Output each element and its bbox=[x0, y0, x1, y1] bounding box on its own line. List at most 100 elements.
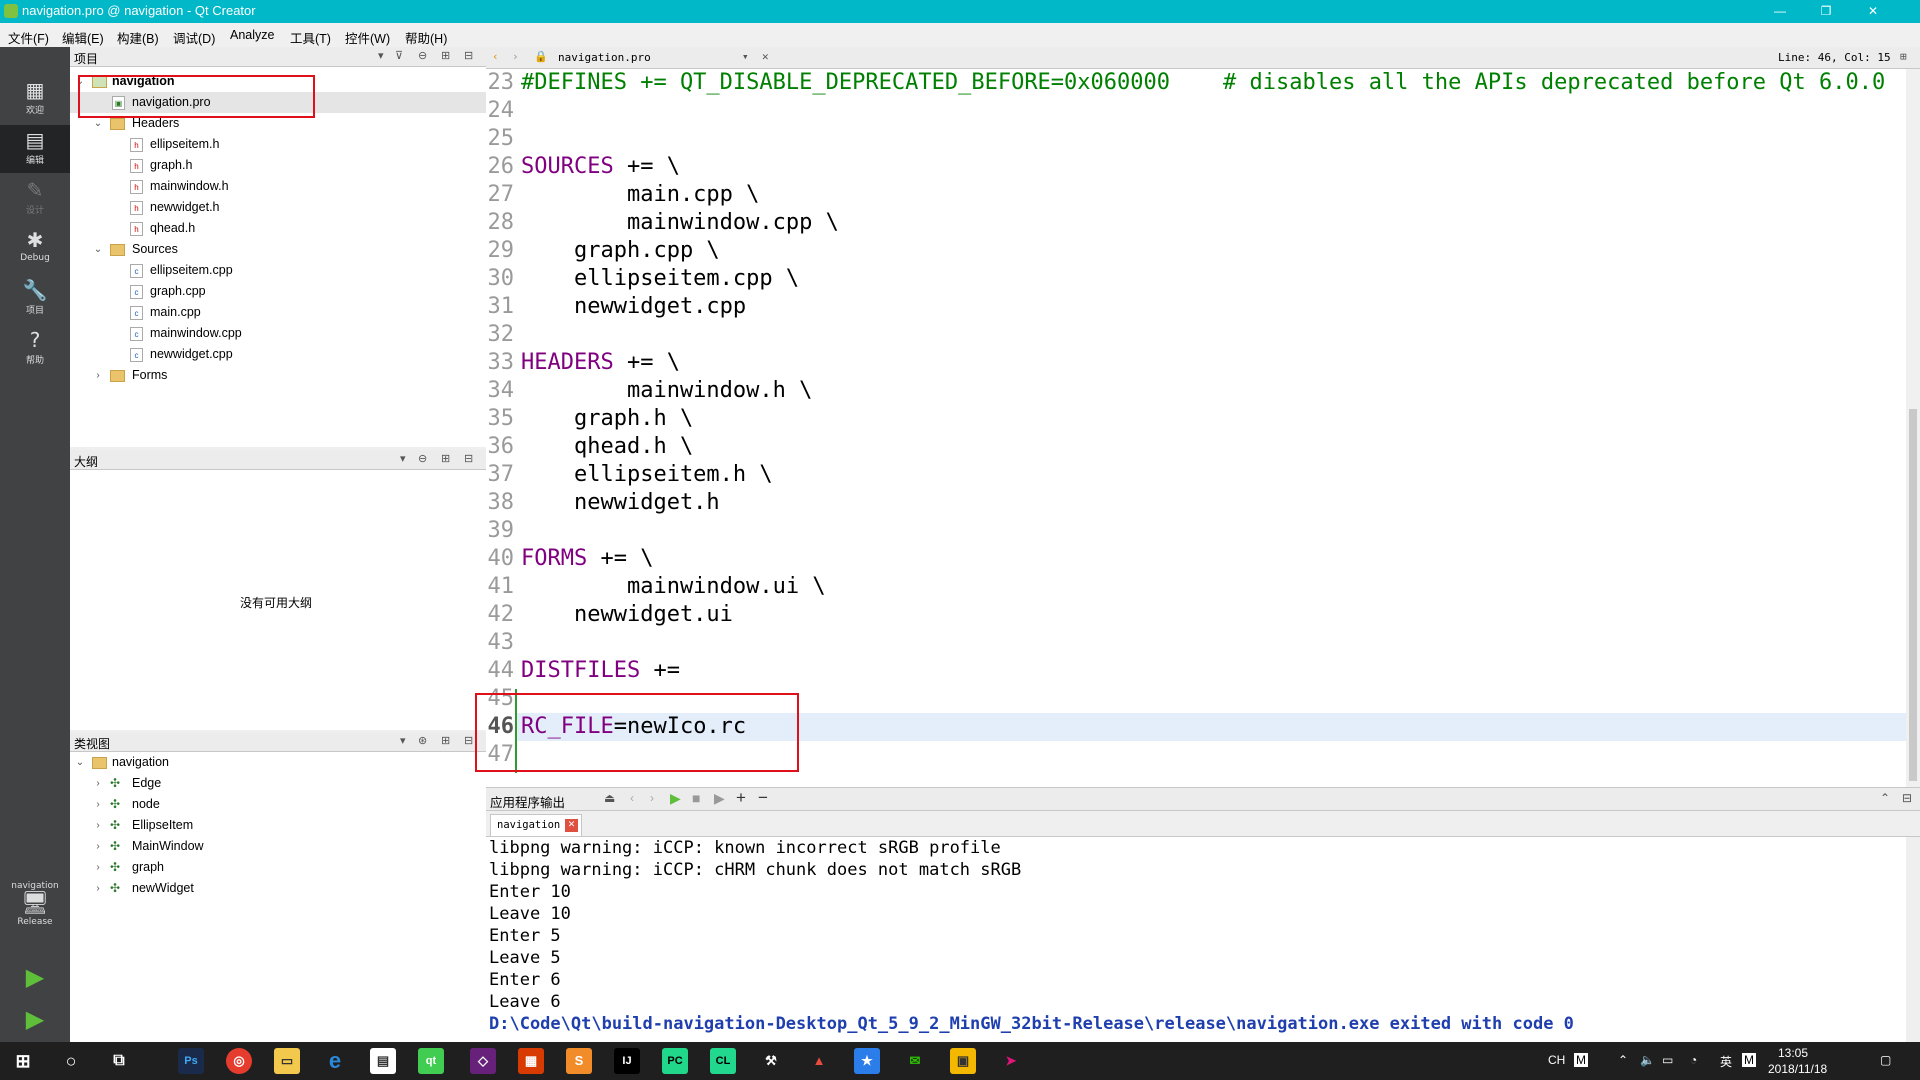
edge-icon[interactable]: e bbox=[322, 1048, 348, 1074]
file-explorer-icon[interactable]: ▭ bbox=[274, 1048, 300, 1074]
menu-build[interactable]: 构建(B) bbox=[117, 28, 159, 47]
clock-date[interactable]: 2018/11/18 bbox=[1768, 1062, 1827, 1076]
class-filter-icon[interactable]: ⊛ bbox=[418, 734, 427, 747]
kit-selector[interactable]: navigation 🖥 Release bbox=[0, 875, 70, 945]
mode-edit[interactable]: ▤ 编辑 bbox=[0, 125, 70, 173]
add-icon[interactable]: + bbox=[736, 788, 746, 808]
notepad-icon[interactable]: ▤ bbox=[370, 1048, 396, 1074]
pycharm-icon[interactable]: PC bbox=[662, 1048, 688, 1074]
qt-creator-taskbar-icon[interactable]: qt bbox=[418, 1048, 444, 1074]
office-icon[interactable]: ▦ bbox=[518, 1048, 544, 1074]
split-icon[interactable]: ⊞ bbox=[441, 49, 450, 62]
debug-attach-icon[interactable]: ▶ bbox=[714, 790, 725, 807]
sublime-icon[interactable]: S bbox=[566, 1048, 592, 1074]
close-output-icon[interactable]: ⊟ bbox=[1902, 791, 1912, 805]
mode-projects[interactable]: 🔧 项目 bbox=[0, 275, 70, 323]
forward-icon[interactable]: › bbox=[512, 50, 519, 63]
mode-debug[interactable]: ✱ Debug bbox=[0, 225, 70, 273]
menu-edit[interactable]: 编辑(E) bbox=[62, 28, 104, 47]
clock-time[interactable]: 13:05 bbox=[1778, 1046, 1808, 1060]
close-button[interactable]: ✕ bbox=[1850, 0, 1896, 23]
minimize-button[interactable]: — bbox=[1757, 0, 1803, 23]
code-editor[interactable]: 23 24 25 26 27 28 29 30 31 32 33 34 35 36 37 38 39 40 41 42… bbox=[486, 69, 1906, 787]
next-icon[interactable]: › bbox=[650, 791, 654, 805]
tree-file[interactable]: h ellipseitem.h bbox=[70, 134, 486, 155]
split-editor-icon[interactable]: ⊞ bbox=[1900, 50, 1907, 63]
note-app-icon[interactable]: ▣ bbox=[950, 1048, 976, 1074]
stop-icon[interactable]: ■ bbox=[692, 790, 700, 806]
tree-file[interactable]: h newwidget.h bbox=[70, 197, 486, 218]
class-item[interactable]: › ✣ EllipseItem bbox=[70, 815, 486, 836]
task-view-icon[interactable]: ⧉ bbox=[106, 1048, 132, 1074]
intellij-icon[interactable]: IJ bbox=[614, 1048, 640, 1074]
tree-file[interactable]: c newwidget.cpp bbox=[70, 344, 486, 365]
menu-debug[interactable]: 调试(D) bbox=[173, 28, 215, 47]
link-icon[interactable]: ⊖ bbox=[418, 452, 427, 465]
menu-help[interactable]: 帮助(H) bbox=[405, 28, 447, 47]
photoshop-icon[interactable]: Ps bbox=[178, 1048, 204, 1074]
remove-icon[interactable]: − bbox=[758, 788, 768, 808]
class-item[interactable]: › ✣ Edge bbox=[70, 773, 486, 794]
close-tab-icon[interactable]: ✕ bbox=[565, 819, 578, 832]
start-windows-icon[interactable]: ⊞ bbox=[10, 1048, 36, 1074]
ime-mode-icon[interactable]: M bbox=[1574, 1053, 1588, 1067]
application-output[interactable]: libpng warning: iCCP: known incorrect sR… bbox=[486, 837, 1906, 1042]
tools-icon[interactable]: ⚒ bbox=[758, 1048, 784, 1074]
pane-dropdown-icon[interactable]: ▾ bbox=[400, 452, 406, 465]
mode-help[interactable]: ? 帮助 bbox=[0, 325, 70, 373]
matlab-icon[interactable]: ▲ bbox=[806, 1048, 832, 1074]
class-item[interactable]: › ✣ MainWindow bbox=[70, 836, 486, 857]
output-tab[interactable]: navigation ✕ bbox=[490, 814, 582, 836]
debug-run-button[interactable]: ▶ bbox=[0, 999, 70, 1039]
tree-file[interactable]: c mainwindow.cpp bbox=[70, 323, 486, 344]
tree-file[interactable]: c ellipseitem.cpp bbox=[70, 260, 486, 281]
network-icon[interactable]: ▭ bbox=[1662, 1053, 1673, 1067]
wifi-icon[interactable]: ◔ bbox=[1690, 1053, 1697, 1067]
ime-icon[interactable]: M bbox=[1742, 1053, 1756, 1067]
clion-icon[interactable]: CL bbox=[710, 1048, 736, 1074]
tree-file[interactable]: h qhead.h bbox=[70, 218, 486, 239]
pointer-app-icon[interactable]: ➤ bbox=[998, 1048, 1024, 1074]
file-dropdown-icon[interactable]: ▾ bbox=[742, 50, 749, 63]
file-tab[interactable]: navigation.pro bbox=[558, 51, 651, 64]
tree-file[interactable]: h mainwindow.h bbox=[70, 176, 486, 197]
tree-folder-sources[interactable]: ⌄ Sources bbox=[70, 239, 486, 260]
filter-icon[interactable]: ⊽ bbox=[395, 49, 403, 62]
visual-studio-icon[interactable]: ◇ bbox=[470, 1048, 496, 1074]
mode-design[interactable]: ✎ 设计 bbox=[0, 175, 70, 223]
close-pane-icon[interactable]: ⊟ bbox=[464, 452, 473, 465]
volume-icon[interactable]: 🔈 bbox=[1640, 1053, 1655, 1067]
menu-tools[interactable]: 工具(T) bbox=[290, 28, 331, 47]
ime-indicator[interactable]: CH bbox=[1548, 1053, 1565, 1067]
mode-welcome[interactable]: ▦ 欢迎 bbox=[0, 75, 70, 123]
star-app-icon[interactable]: ★ bbox=[854, 1048, 880, 1074]
window-title-bar[interactable]: navigation.pro @ navigation - Qt Creator… bbox=[0, 0, 1920, 23]
back-icon[interactable]: ‹ bbox=[492, 50, 499, 63]
close-file-icon[interactable]: ✕ bbox=[762, 50, 769, 63]
search-icon[interactable]: ○ bbox=[58, 1048, 84, 1074]
menu-widgets[interactable]: 控件(W) bbox=[345, 28, 390, 47]
class-item[interactable]: › ✣ graph bbox=[70, 857, 486, 878]
tree-file[interactable]: c main.cpp bbox=[70, 302, 486, 323]
class-item[interactable]: › ✣ newWidget bbox=[70, 878, 486, 899]
pane-dropdown-icon[interactable]: ▾ bbox=[378, 49, 384, 62]
class-item[interactable]: › ✣ node bbox=[70, 794, 486, 815]
tray-expand-icon[interactable]: ⌃ bbox=[1618, 1053, 1628, 1067]
maximize-pane-icon[interactable]: ⌃ bbox=[1880, 791, 1890, 805]
close-pane-icon[interactable]: ⊟ bbox=[464, 734, 473, 747]
input-language[interactable]: 英 bbox=[1720, 1053, 1732, 1070]
link-icon[interactable]: ⊖ bbox=[418, 49, 427, 62]
notification-icon[interactable]: ▢ bbox=[1880, 1053, 1891, 1067]
menu-file[interactable]: 文件(F) bbox=[8, 28, 49, 47]
close-pane-icon[interactable]: ⊟ bbox=[464, 49, 473, 62]
tree-folder-forms[interactable]: › Forms bbox=[70, 365, 486, 386]
split-icon[interactable]: ⊞ bbox=[441, 452, 450, 465]
wechat-icon[interactable]: ✉ bbox=[902, 1048, 928, 1074]
menu-analyze[interactable]: Analyze bbox=[230, 28, 274, 42]
attach-icon[interactable]: ⏏ bbox=[604, 791, 615, 805]
prev-icon[interactable]: ‹ bbox=[630, 791, 634, 805]
class-tree-root[interactable]: ⌄ navigation bbox=[70, 752, 486, 773]
pane-dropdown-icon[interactable]: ▾ bbox=[400, 734, 406, 747]
tree-file[interactable]: h graph.h bbox=[70, 155, 486, 176]
restore-button[interactable]: ❐ bbox=[1803, 0, 1849, 23]
